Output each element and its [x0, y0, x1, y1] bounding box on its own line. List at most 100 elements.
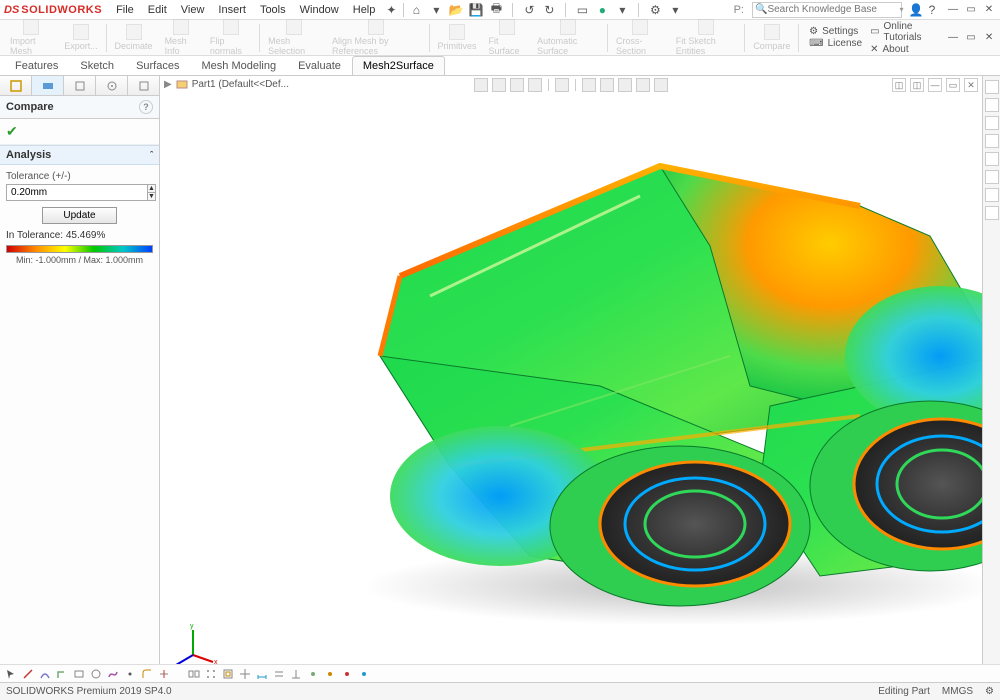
ok-check-icon[interactable]: ✔ — [6, 123, 18, 139]
close-button[interactable]: ✕ — [982, 3, 996, 17]
taskpane-appearances-icon[interactable] — [985, 170, 999, 184]
link-about[interactable]: ✕About — [870, 44, 940, 55]
view-orientation-icon[interactable] — [555, 78, 569, 92]
menu-file[interactable]: File — [110, 2, 140, 18]
hide-show-icon[interactable] — [600, 78, 614, 92]
home-icon[interactable]: ⌂ — [408, 2, 424, 18]
taskpane-forum-icon[interactable] — [985, 206, 999, 220]
select-icon[interactable]: ▭ — [574, 2, 590, 18]
taskpane-file-explorer-icon[interactable] — [985, 134, 999, 148]
edit-appearance-icon[interactable] — [618, 78, 632, 92]
vp-max-icon[interactable]: ▭ — [946, 78, 960, 92]
menu-help[interactable]: Help — [347, 2, 382, 18]
doc-close[interactable]: ✕ — [982, 31, 996, 45]
cmd-flip-normals[interactable]: Flip normals — [204, 19, 257, 56]
vp-min-icon[interactable]: — — [928, 78, 942, 92]
cmd-mesh-info[interactable]: Mesh Info — [159, 19, 204, 56]
bt-offset-icon[interactable] — [221, 667, 235, 681]
bt-pattern-icon[interactable] — [204, 667, 218, 681]
tab-mesh-modeling[interactable]: Mesh Modeling — [190, 56, 287, 75]
cmd-export[interactable]: Export... — [58, 24, 104, 51]
vp-close-icon[interactable]: ✕ — [964, 78, 978, 92]
view-triad-icon[interactable]: y x z — [168, 620, 218, 670]
help-star-icon[interactable]: ✦ — [383, 2, 399, 18]
bt-box-icon[interactable] — [72, 667, 86, 681]
menu-view[interactable]: View — [175, 2, 211, 18]
tab-mesh2surface[interactable]: Mesh2Surface — [352, 56, 445, 75]
print-icon[interactable]: 🖶 — [488, 2, 504, 18]
bt-dot4-icon[interactable] — [357, 667, 371, 681]
link-license[interactable]: ⌨License — [809, 38, 862, 49]
prev-view-icon[interactable] — [510, 78, 524, 92]
vp-tile-icon[interactable]: ◫ — [892, 78, 906, 92]
redo-icon[interactable]: ↻ — [541, 2, 557, 18]
bt-line-icon[interactable] — [21, 667, 35, 681]
bt-perp-icon[interactable] — [289, 667, 303, 681]
bt-corner-icon[interactable] — [55, 667, 69, 681]
tolerance-input[interactable] — [6, 184, 148, 201]
save-icon[interactable]: 💾 — [468, 2, 484, 18]
menu-tools[interactable]: Tools — [254, 2, 292, 18]
bt-dimension-icon[interactable] — [255, 667, 269, 681]
taskpane-resources-icon[interactable] — [985, 98, 999, 112]
menu-insert[interactable]: Insert — [212, 2, 252, 18]
bt-circle-icon[interactable] — [89, 667, 103, 681]
open-icon[interactable]: 📂 — [448, 2, 464, 18]
bt-pointer-icon[interactable] — [4, 667, 18, 681]
cmd-fit-sketch[interactable]: Fit Sketch Entities — [670, 19, 743, 56]
panel-tab-feature-tree[interactable] — [0, 76, 32, 95]
cmd-fit-surface[interactable]: Fit Surface — [482, 19, 531, 56]
section-view-icon[interactable] — [528, 78, 542, 92]
link-tutorials[interactable]: ▭Online Tutorials — [870, 21, 940, 43]
section-analysis-header[interactable]: Analysis ˆ — [0, 145, 159, 165]
cmd-cross-section[interactable]: Cross-Section — [610, 19, 670, 56]
undo-icon[interactable]: ↺ — [521, 2, 537, 18]
update-button[interactable]: Update — [42, 207, 116, 224]
user-icon[interactable]: 👤 — [908, 2, 924, 18]
doc-maximize[interactable]: ▭ — [964, 31, 978, 45]
cmd-compare[interactable]: Compare — [747, 24, 796, 51]
help-icon[interactable]: ? — [924, 2, 940, 18]
zoom-fit-icon[interactable] — [474, 78, 488, 92]
viewport[interactable]: ▶ Part1 (Default<<Def... ◫ ◫ — ▭ ✕ — [160, 76, 982, 682]
zoom-area-icon[interactable] — [492, 78, 506, 92]
options-dropdown-icon[interactable]: ▾ — [614, 2, 630, 18]
bt-dot1-icon[interactable] — [306, 667, 320, 681]
panel-help-icon[interactable]: ? — [139, 100, 153, 114]
document-breadcrumb[interactable]: ▶ Part1 (Default<<Def... — [164, 78, 289, 90]
maximize-button[interactable]: ▭ — [964, 3, 978, 17]
cmd-import-mesh[interactable]: Import Mesh — [4, 19, 58, 56]
bt-point-icon[interactable] — [123, 667, 137, 681]
apply-scene-icon[interactable] — [636, 78, 650, 92]
cmd-primitives[interactable]: Primitives — [431, 24, 482, 51]
taskpane-custom-props-icon[interactable] — [985, 188, 999, 202]
search-dropdown-icon[interactable]: ▾ — [899, 5, 903, 14]
tab-evaluate[interactable]: Evaluate — [287, 56, 352, 75]
menu-edit[interactable]: Edit — [142, 2, 173, 18]
display-style-icon[interactable] — [582, 78, 596, 92]
new-icon[interactable]: ▾ — [428, 2, 444, 18]
panel-tab-dim[interactable] — [96, 76, 128, 95]
rebuild-icon[interactable]: ● — [594, 2, 610, 18]
tab-sketch[interactable]: Sketch — [69, 56, 125, 75]
taskpane-design-lib-icon[interactable] — [985, 116, 999, 130]
vp-tile2-icon[interactable]: ◫ — [910, 78, 924, 92]
view-settings-icon[interactable] — [654, 78, 668, 92]
cmd-auto-surface[interactable]: Automatic Surface — [531, 19, 605, 56]
bt-fillet-icon[interactable] — [140, 667, 154, 681]
options-icon[interactable]: ▾ — [667, 2, 683, 18]
panel-tab-display[interactable] — [128, 76, 159, 95]
tab-surfaces[interactable]: Surfaces — [125, 56, 190, 75]
panel-tab-property[interactable] — [32, 76, 64, 95]
cmd-align-mesh[interactable]: Align Mesh by References — [326, 19, 427, 56]
cmd-decimate[interactable]: Decimate — [109, 24, 159, 51]
doc-minimize[interactable]: — — [946, 31, 960, 45]
settings-icon[interactable]: ⚙ — [647, 2, 663, 18]
minimize-button[interactable]: — — [946, 3, 960, 17]
tab-features[interactable]: Features — [4, 56, 69, 75]
status-gear-icon[interactable]: ⚙ — [985, 686, 994, 697]
taskpane-home-icon[interactable] — [985, 80, 999, 94]
expand-tree-icon[interactable]: ▶ — [164, 79, 172, 90]
panel-tab-config[interactable] — [64, 76, 96, 95]
link-settings[interactable]: ⚙Settings — [809, 26, 862, 37]
